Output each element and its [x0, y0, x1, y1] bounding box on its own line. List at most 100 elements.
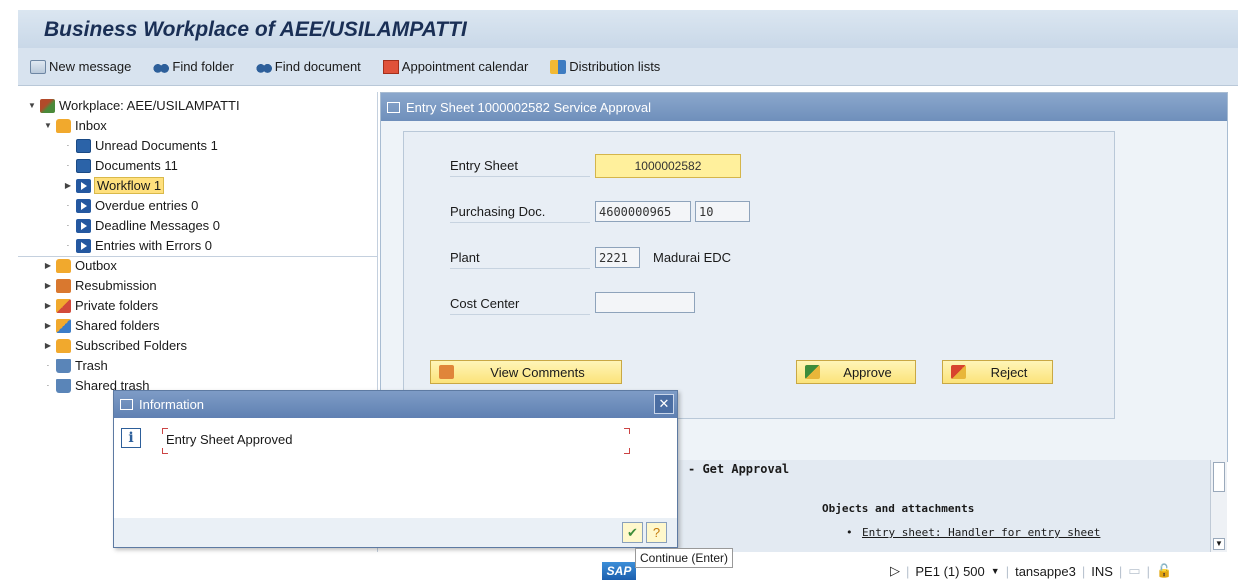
purchasing-doc-field[interactable]: 4600000965	[595, 201, 691, 222]
find-folder-button[interactable]: Find folder	[153, 59, 234, 74]
new-message-label: New message	[49, 59, 132, 74]
focus-bracket	[624, 448, 630, 454]
binoculars-icon	[153, 59, 170, 74]
workflow-icon	[76, 178, 91, 193]
help-button[interactable]: ?	[646, 522, 667, 543]
tree-item-subscribed-folders[interactable]: ▶ Subscribed Folders	[44, 338, 187, 353]
tree-label: Private folders	[75, 298, 159, 313]
expand-arrow-icon[interactable]: ▶	[44, 261, 52, 270]
window-icon	[387, 101, 400, 113]
approve-icon	[805, 365, 820, 379]
tree-item-overdue-entries[interactable]: · Overdue entries 0	[64, 198, 199, 213]
tree-root-workplace[interactable]: ▼ Workplace: AEE/USILAMPATTI	[28, 98, 240, 113]
new-message-button[interactable]: New message	[30, 59, 131, 74]
input-mode[interactable]: INS	[1091, 564, 1113, 579]
tree-item-entries-with-errors[interactable]: · Entries with Errors 0	[64, 238, 212, 253]
entry-sheet-title: Entry Sheet 1000002582 Service Approval	[406, 99, 652, 115]
application-toolbar: New message Find folder Find document Ap…	[18, 48, 1238, 86]
expand-arrow-icon[interactable]: ▶	[44, 281, 52, 290]
tree-item-deadline-messages[interactable]: · Deadline Messages 0	[64, 218, 220, 233]
bullet: •	[846, 526, 853, 539]
collapse-arrow-icon[interactable]: ▼	[28, 101, 36, 110]
tree-item-inbox[interactable]: ▼ Inbox	[44, 118, 107, 133]
dialog-message: Entry Sheet Approved	[166, 432, 293, 447]
approve-button[interactable]: Approve	[796, 360, 916, 384]
plant-name: Madurai EDC	[653, 250, 732, 265]
calendar-icon	[382, 59, 399, 74]
info-icon: i	[121, 428, 141, 448]
workflow-icon	[76, 238, 91, 253]
dialog-title: Information	[139, 397, 205, 412]
purchasing-doc-label: Purchasing Doc.	[450, 204, 546, 219]
tree-item-trash[interactable]: · Trash	[44, 358, 108, 373]
cost-center-field[interactable]	[595, 292, 695, 313]
plant-label: Plant	[450, 250, 480, 265]
information-dialog: Information ✕ i Entry Sheet Approved ✔ ?	[113, 390, 678, 548]
server-name: tansappe3	[1015, 563, 1076, 579]
expand-arrow-icon[interactable]: ▶	[44, 301, 52, 310]
tree-item-unread-documents[interactable]: · Unread Documents 1	[64, 138, 218, 153]
tree-item-documents[interactable]: · Documents 11	[64, 158, 178, 173]
scroll-thumb[interactable]	[1213, 462, 1225, 492]
preview-scrollbar[interactable]: ▼	[1210, 460, 1227, 552]
expand-arrow-icon[interactable]: ▶	[44, 341, 52, 350]
find-document-label: Find document	[274, 59, 361, 74]
view-comments-label: View Comments	[490, 364, 585, 380]
tree-label: Resubmission	[75, 278, 157, 293]
entry-sheet-label: Entry Sheet	[450, 158, 518, 173]
document-icon	[76, 138, 91, 153]
find-document-button[interactable]: Find document	[255, 59, 361, 74]
tree-label: Entries with Errors 0	[95, 238, 213, 253]
window-title: Business Workplace of AEE/USILAMPATTI	[44, 18, 467, 41]
appointment-calendar-label: Appointment calendar	[401, 59, 529, 74]
document-icon	[76, 158, 91, 173]
scroll-down-icon[interactable]: ▼	[1213, 538, 1225, 550]
approve-label: Approve	[843, 364, 892, 380]
attachment-link[interactable]: Entry sheet: Handler for entry sheet	[862, 526, 1100, 539]
expand-arrow-icon[interactable]: ▶	[44, 321, 52, 330]
private-folders-icon	[56, 298, 71, 313]
appointment-calendar-button[interactable]: Appointment calendar	[382, 59, 529, 74]
lock-icon[interactable]: 🔓	[1156, 563, 1172, 579]
tree-item-shared-folders[interactable]: ▶ Shared folders	[44, 318, 160, 333]
trash-icon	[56, 378, 71, 393]
distribution-lists-icon	[550, 59, 567, 74]
sap-logo: SAP	[602, 562, 636, 580]
system-info: ▷ | PE1 (1) 500 ▼ | tansappe3 | INS | ▭ …	[890, 563, 1173, 579]
tree-item-workflow[interactable]: ▶ Workflow 1	[64, 177, 165, 194]
entry-form: Entry Sheet 1000002582 Purchasing Doc. 4…	[403, 131, 1115, 419]
reject-button[interactable]: Reject	[942, 360, 1053, 384]
inbox-folder-icon	[56, 118, 71, 133]
chevron-down-icon[interactable]: ▼	[991, 566, 1000, 576]
close-button[interactable]: ✕	[654, 394, 674, 414]
tree-label: Inbox	[75, 118, 107, 133]
tree-item-outbox[interactable]: ▶ Outbox	[44, 258, 117, 273]
continue-button[interactable]: ✔	[622, 522, 643, 543]
tree-label: Workflow 1	[93, 177, 165, 194]
preview-heading: - Get Approval	[688, 462, 790, 476]
tree-label: Documents 11	[95, 158, 178, 173]
collapse-arrow-icon[interactable]: ▼	[44, 121, 52, 130]
tree-item-resubmission[interactable]: ▶ Resubmission	[44, 278, 157, 293]
tree-label: Unread Documents 1	[95, 138, 218, 153]
session-icon[interactable]: ▭	[1128, 563, 1140, 579]
view-comments-button[interactable]: View Comments	[430, 360, 622, 384]
distribution-lists-button[interactable]: Distribution lists	[550, 59, 660, 74]
tree-label: Outbox	[75, 258, 117, 273]
outbox-folder-icon	[56, 258, 71, 273]
tree-label: Trash	[75, 358, 108, 373]
system-id[interactable]: PE1 (1) 500	[915, 564, 984, 579]
play-icon[interactable]: ▷	[890, 563, 900, 579]
plant-field[interactable]: 2221	[595, 247, 640, 268]
purchasing-item-field[interactable]: 10	[695, 201, 750, 222]
reject-label: Reject	[990, 364, 1028, 380]
tree-label: Deadline Messages 0	[95, 218, 221, 233]
workplace-icon	[40, 98, 55, 113]
tree-label: Shared folders	[75, 318, 160, 333]
trash-icon	[56, 358, 71, 373]
tree-item-private-folders[interactable]: ▶ Private folders	[44, 298, 158, 313]
new-message-icon	[30, 59, 46, 74]
focus-bracket	[162, 448, 168, 454]
expand-arrow-icon[interactable]: ▶	[64, 181, 72, 190]
entry-sheet-field[interactable]: 1000002582	[595, 154, 741, 178]
